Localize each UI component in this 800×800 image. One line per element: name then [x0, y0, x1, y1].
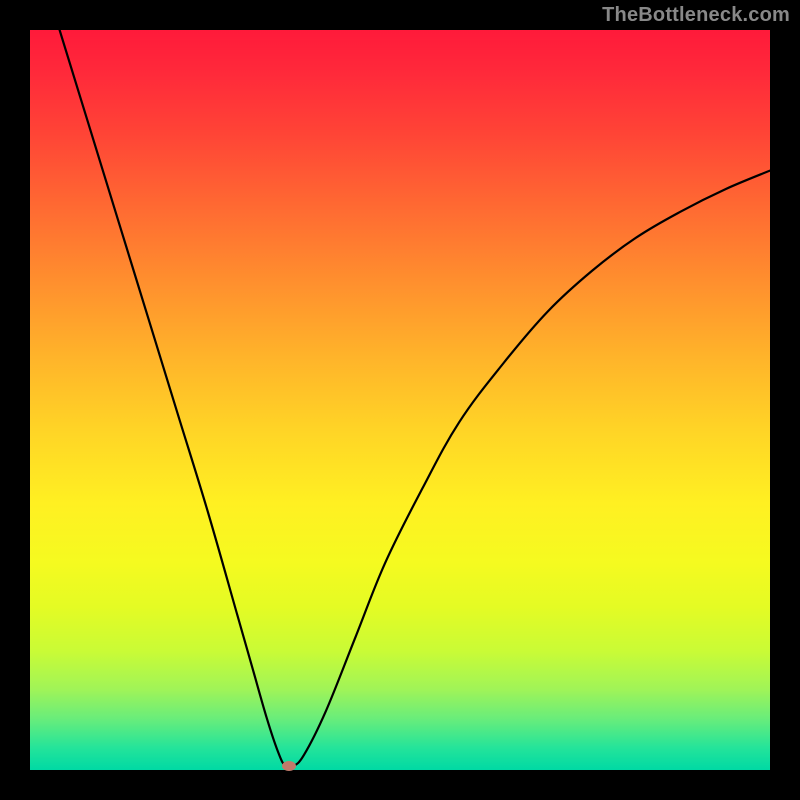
- chart-frame: TheBottleneck.com: [0, 0, 800, 800]
- bottleneck-curve: [30, 30, 770, 770]
- plot-area: [30, 30, 770, 770]
- watermark-text: TheBottleneck.com: [602, 4, 790, 27]
- optimal-point-marker: [282, 761, 296, 771]
